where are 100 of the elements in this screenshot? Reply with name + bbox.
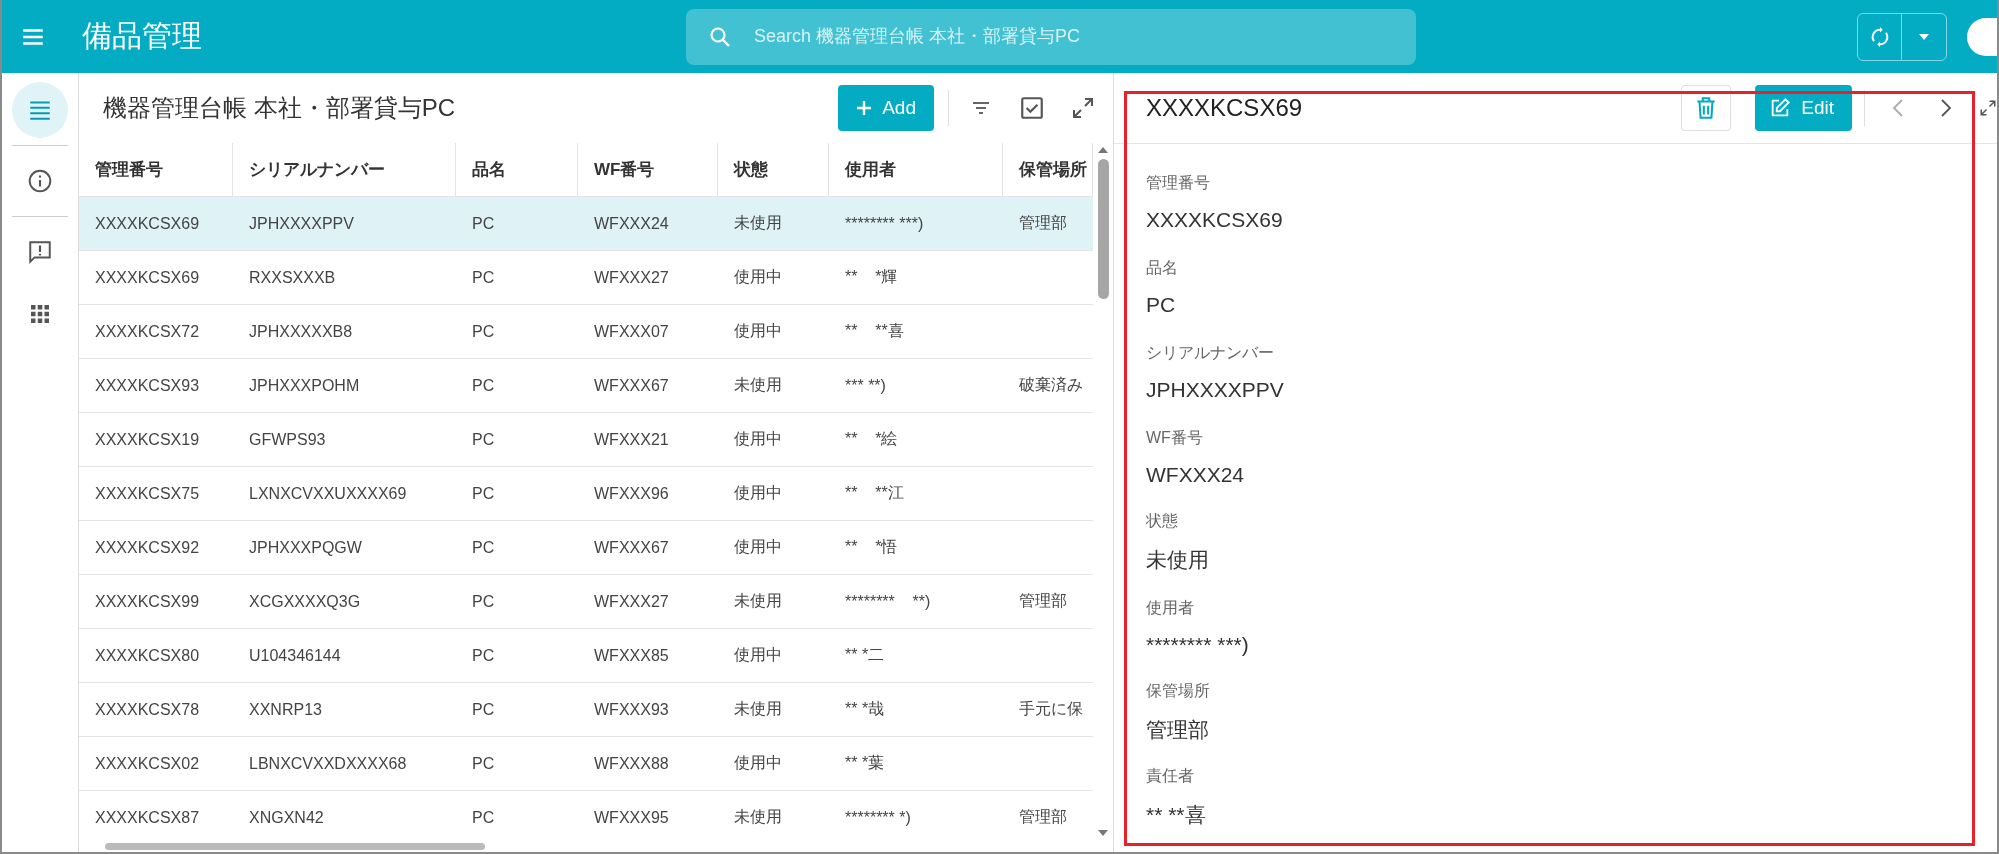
scroll-down-icon	[1098, 830, 1108, 836]
table-cell: GFWPS93	[249, 430, 326, 448]
table-cell: 使用中	[734, 430, 782, 447]
column-header[interactable]: 品名	[456, 143, 578, 196]
table-cell: ** *悟	[845, 538, 898, 555]
list-title: 機器管理台帳 本社・部署貸与PC	[103, 93, 455, 123]
table-cell: XXXXKCSX19	[95, 430, 200, 448]
table-cell: LBNXCVXXDXXXX68	[249, 754, 407, 772]
table-cell: 使用中	[734, 646, 782, 663]
table-cell: ******** *)	[845, 808, 911, 826]
table-cell: WFXXX95	[594, 808, 669, 826]
table-cell: PC	[472, 538, 495, 556]
table-cell: WFXXX96	[594, 484, 669, 502]
checkbox-icon[interactable]	[1019, 95, 1045, 121]
table-cell: 管理部	[1019, 592, 1067, 609]
edit-icon	[1769, 97, 1792, 119]
table-cell: WFXXX93	[594, 700, 669, 718]
table-cell: ** *絵	[845, 430, 898, 447]
table-row[interactable]: XXXXKCSX78 XXNRP13 PC WFXXX93 未使用 ** *哉 手元に保	[79, 683, 1093, 737]
table-cell: WFXXX27	[594, 592, 669, 610]
table-cell: XXXXKCSX92	[95, 538, 200, 556]
table-row[interactable]: XXXXKCSX69 JPHXXXXPPV PC WFXXX24 未使用 ******** ***) 管理部	[79, 197, 1093, 251]
table-cell: PC	[472, 592, 495, 610]
table-row[interactable]: XXXXKCSX80 U104346144 PC WFXXX85 使用中 ** *二	[79, 629, 1093, 683]
delete-button[interactable]	[1681, 85, 1732, 131]
table-row[interactable]: XXXXKCSX92 JPHXXXPQGW PC WFXXX67 使用中 ** *悟	[79, 521, 1093, 575]
rail-item[interactable]	[12, 82, 68, 138]
table-cell: XXXXKCSX80	[95, 646, 200, 664]
table-cell: 使用中	[734, 754, 782, 771]
expand-icon[interactable]	[1071, 96, 1095, 120]
table-cell: JPHXXXXXB8	[249, 322, 353, 340]
table-cell: XXXXKCSX75	[95, 484, 200, 502]
column-header[interactable]: 状態	[718, 143, 829, 196]
search-bar[interactable]: Search 機器管理台帳 本社・部署貸与PC	[686, 8, 1416, 65]
app-title: 備品管理	[82, 18, 203, 54]
table-cell: RXXSXXXB	[249, 268, 336, 286]
table-cell: 未使用	[734, 214, 782, 231]
table-cell: PC	[472, 268, 495, 286]
search-field[interactable]: Search 機器管理台帳 本社・部署貸与PC	[752, 25, 1394, 48]
field-value: 管理部	[1146, 717, 1209, 743]
expand-icon[interactable]	[1979, 99, 1997, 117]
table-cell: 破棄済み	[1019, 376, 1083, 393]
table-cell: XXXXKCSX78	[95, 700, 200, 718]
table-cell: XXXXKCSX72	[95, 322, 200, 340]
table-cell: PC	[472, 646, 495, 664]
table-cell: PC	[472, 430, 495, 448]
table-cell: XCGXXXXQ3G	[249, 592, 361, 610]
table-cell: XXXXKCSX69	[95, 214, 200, 232]
table-row[interactable]: XXXXKCSX99 XCGXXXXQ3G PC WFXXX27 未使用 ******** **) 管理部	[79, 575, 1093, 629]
table-cell: XXXXKCSX99	[95, 592, 200, 610]
field-label: WF番号	[1146, 428, 1203, 448]
table-row[interactable]: XXXXKCSX72 JPHXXXXXB8 PC WFXXX07 使用中 ** **喜	[79, 305, 1093, 359]
column-header[interactable]: 管理番号	[79, 143, 233, 196]
column-header[interactable]: シリアルナンバー	[233, 143, 456, 196]
field-label: 使用者	[1146, 598, 1194, 618]
detail-title: XXXXKCSX69	[1146, 94, 1303, 122]
table-row[interactable]: XXXXKCSX75 LXNXCVXXUXXXX69 PC WFXXX96 使用中 ** **江	[79, 467, 1093, 521]
scroll-thumb[interactable]	[105, 842, 485, 850]
column-header[interactable]: WF番号	[578, 143, 718, 196]
table-cell: XNGXN42	[249, 808, 324, 826]
table-cell: ******** ***)	[845, 214, 924, 232]
table-cell: PC	[472, 700, 495, 718]
table-cell: PC	[472, 754, 495, 772]
field-value: JPHXXXXPPV	[1146, 378, 1284, 402]
table-cell: ******** **)	[845, 592, 931, 610]
field-value: ** **喜	[1146, 802, 1206, 828]
table-cell: 管理部	[1019, 214, 1067, 231]
table-cell: JPHXXXXPPV	[249, 214, 354, 232]
table-cell: ** **喜	[845, 322, 904, 339]
table-row[interactable]: XXXXKCSX93 JPHXXXPOHM PC WFXXX67 未使用 *** **) 破棄済み	[79, 359, 1093, 413]
avatar[interactable]	[1967, 17, 1997, 56]
field-value: WFXXX24	[1146, 463, 1245, 487]
table-cell: LXNXCVXXUXXXX69	[249, 484, 407, 502]
table-cell: 使用中	[734, 322, 782, 339]
table-cell: WFXXX07	[594, 322, 669, 340]
table-cell: XXNRP13	[249, 700, 322, 718]
table-cell: WFXXX67	[594, 538, 669, 556]
field-label: シリアルナンバー	[1146, 343, 1274, 363]
feedback-icon	[27, 239, 53, 265]
table-cell: 未使用	[734, 700, 782, 717]
table-cell: PC	[472, 214, 495, 232]
table-cell: XXXXKCSX93	[95, 376, 200, 394]
table-cell: 未使用	[734, 376, 782, 393]
table-cell: XXXXKCSX02	[95, 754, 200, 772]
field-value: PC	[1146, 293, 1176, 317]
field-label: 責任者	[1146, 766, 1194, 786]
table-cell: WFXXX88	[594, 754, 669, 772]
info-icon	[27, 168, 53, 194]
field-value: 未使用	[1146, 547, 1209, 573]
table-cell: 手元に保	[1019, 700, 1083, 717]
table-row[interactable]: XXXXKCSX02 LBNXCVXXDXXXX68 PC WFXXX88 使用中 ** *葉	[79, 737, 1093, 791]
table-cell: ** *哉	[845, 700, 885, 717]
table-row[interactable]: XXXXKCSX69 RXXSXXXB PC WFXXX27 使用中 ** *輝	[79, 251, 1093, 305]
search-icon	[708, 24, 732, 49]
column-header[interactable]: 使用者	[829, 143, 1003, 196]
field-label: 管理番号	[1146, 173, 1210, 193]
table-row[interactable]: XXXXKCSX19 GFWPS93 PC WFXXX21 使用中 ** *絵	[79, 413, 1093, 467]
column-header[interactable]: 保管場所	[1003, 143, 1093, 196]
table-cell: JPHXXXPQGW	[249, 538, 362, 556]
scroll-thumb[interactable]	[1097, 159, 1109, 299]
